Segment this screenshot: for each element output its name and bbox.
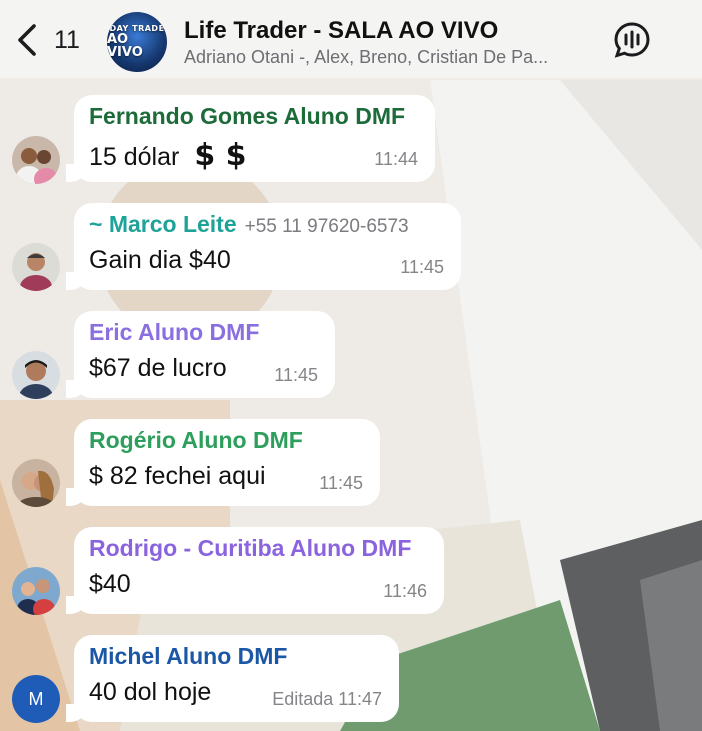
timestamp: 11:45 xyxy=(400,257,444,277)
avatar[interactable] xyxy=(12,136,60,184)
sender-name: Eric Aluno DMF xyxy=(89,319,260,345)
message-bubble[interactable]: Fernando Gomes Aluno DMF 15 dólar $ $ 11… xyxy=(66,95,435,182)
timestamp: 11:45 xyxy=(319,473,363,493)
sender-name-text: ~ Marco Leite xyxy=(89,211,237,237)
avatar[interactable] xyxy=(12,243,60,291)
sender-name: ~ Marco Leite +55 11 97620-6573 xyxy=(89,211,409,238)
dollar-emoji: $ $ xyxy=(194,138,247,173)
voice-chat-icon[interactable] xyxy=(612,20,652,60)
user-photo-icon xyxy=(12,243,60,291)
unread-count: 11 xyxy=(54,25,80,54)
message-text: Gain dia $40 xyxy=(89,246,231,274)
avatar[interactable] xyxy=(12,567,60,615)
user-photo-icon xyxy=(12,567,60,615)
avatar[interactable] xyxy=(12,351,60,399)
group-members[interactable]: Adriano Otani -, Alex, Breno, Cristian D… xyxy=(184,47,604,68)
group-title[interactable]: Life Trader - SALA AO VIVO xyxy=(184,17,498,45)
sender-name: Michel Aluno DMF xyxy=(89,643,288,669)
avatar-text-bottom: AO VIVO xyxy=(107,32,143,60)
message-bubble[interactable]: Rogério Aluno DMF $ 82 fechei aqui 11:45 xyxy=(66,419,380,506)
timestamp-value: 11:47 xyxy=(338,689,382,709)
message-bubble[interactable]: Eric Aluno DMF $67 de lucro 11:45 xyxy=(66,311,335,398)
back-button[interactable]: 11 xyxy=(14,20,80,60)
timestamp: 11:46 xyxy=(383,581,427,601)
chat-header: 11 DAY TRADE AO VIVO Life Trader - SALA … xyxy=(0,0,702,78)
message-bubble[interactable]: Michel Aluno DMF 40 dol hoje Editada 11:… xyxy=(66,635,399,722)
message-text-content: 15 dólar xyxy=(89,143,180,171)
message-text: $67 de lucro xyxy=(89,354,227,382)
group-avatar[interactable]: DAY TRADE AO VIVO xyxy=(107,12,167,72)
edited-label: Editada xyxy=(272,689,334,709)
message-text: $ 82 fechei aqui xyxy=(89,462,266,490)
message-text: 40 dol hoje xyxy=(89,678,212,706)
user-photo-icon xyxy=(12,459,60,507)
timestamp: 11:45 xyxy=(274,365,318,385)
timestamp: Editada 11:47 xyxy=(272,689,382,710)
timestamp: 11:44 xyxy=(374,149,418,169)
user-photo-icon xyxy=(12,351,60,399)
sender-name: Rogério Aluno DMF xyxy=(89,427,303,453)
chevron-left-icon xyxy=(18,24,36,56)
user-photo-icon xyxy=(12,136,60,184)
sender-phone: +55 11 97620-6573 xyxy=(244,216,409,237)
avatar-initial: M xyxy=(28,688,44,709)
message-text: $40 xyxy=(89,570,131,598)
message-text: 15 dólar $ $ xyxy=(89,138,247,173)
avatar[interactable]: M xyxy=(12,675,60,723)
message-bubble[interactable]: ~ Marco Leite +55 11 97620-6573 Gain dia … xyxy=(66,203,461,290)
sender-name: Rodrigo - Curitiba Aluno DMF xyxy=(89,535,412,561)
sender-name: Fernando Gomes Aluno DMF xyxy=(89,103,406,129)
avatar[interactable] xyxy=(12,459,60,507)
message-bubble[interactable]: Rodrigo - Curitiba Aluno DMF $40 11:46 xyxy=(66,527,444,614)
